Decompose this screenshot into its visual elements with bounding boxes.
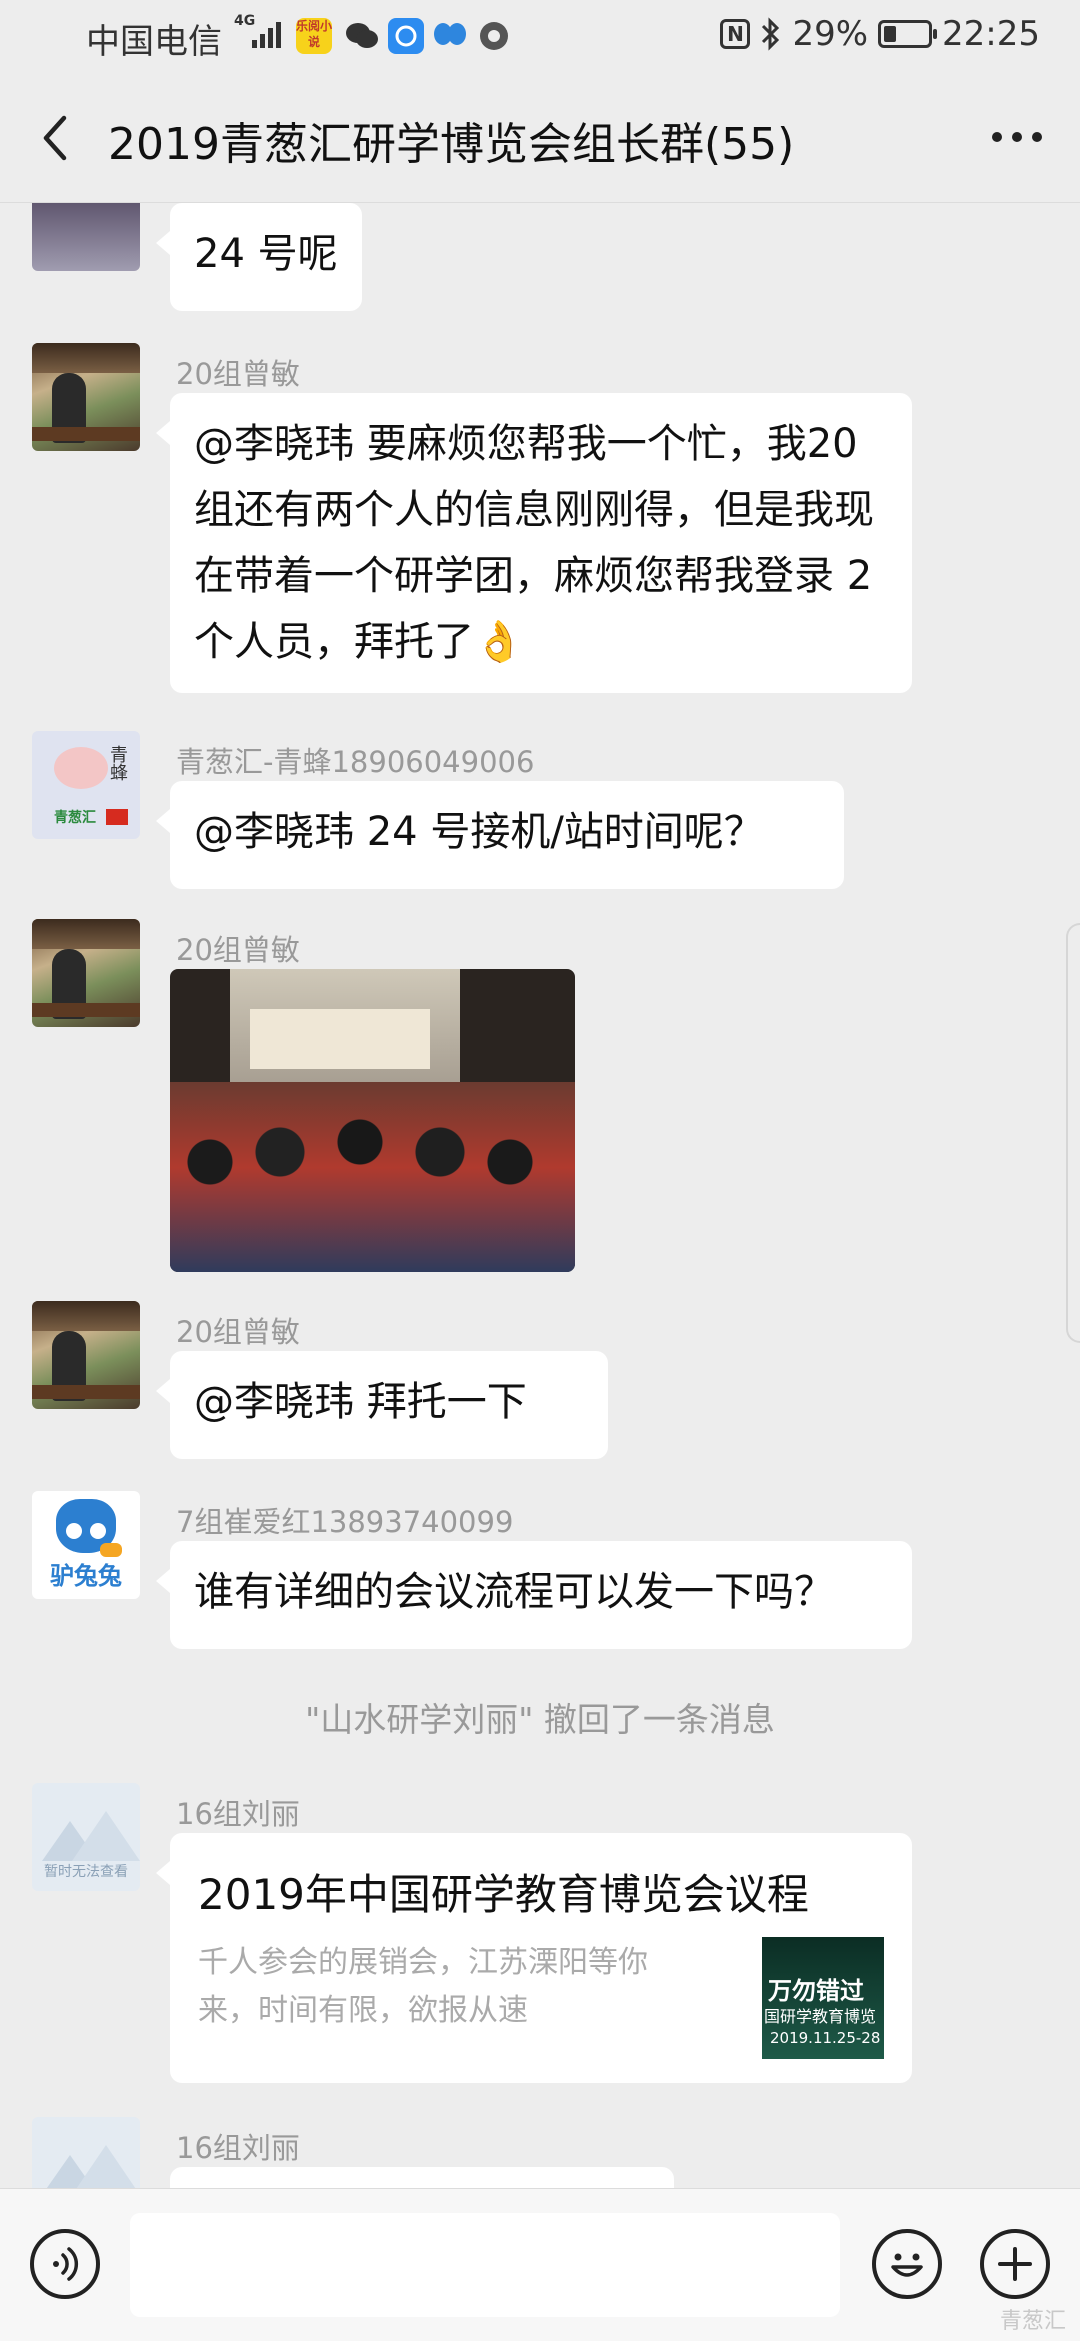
- sender-name: 20组曾敏: [176, 357, 300, 391]
- link-card[interactable]: 2019年中国研学教育博览会议程 千人参会的展销会，江苏溧阳等你来，时间有限，欲…: [156, 1833, 912, 2083]
- chat-title: 2019青葱汇研学博览会组长群(55): [108, 119, 795, 170]
- card-description: 千人参会的展销会，江苏溧阳等你来，时间有限，欲报从速: [198, 1945, 648, 2028]
- message-input[interactable]: [130, 2213, 840, 2317]
- message-bubble[interactable]: 24 号呢: [156, 203, 362, 311]
- chat-header: 2019青葱汇研学博览会组长群(55): [0, 72, 1080, 203]
- plus-icon: [998, 2247, 1032, 2281]
- avatar[interactable]: [32, 2117, 140, 2188]
- card-thumbnail: 万勿错过 国研学教育博览 2019.11.25-28: [762, 1937, 884, 2059]
- sender-name: 20组曾敏: [176, 933, 300, 967]
- voice-input-button[interactable]: [30, 2229, 100, 2299]
- bluetooth-icon: [762, 17, 780, 51]
- message-text: 谁有详细的会议流程可以发一下吗？: [194, 1569, 834, 1615]
- watermark-logo: 青葱汇: [999, 2309, 1066, 2334]
- message-bubble[interactable]: @李晓玮 拜托一下: [156, 1351, 608, 1459]
- avatar-text: 驴兔兔: [50, 1562, 122, 1590]
- avatar[interactable]: 暂时无法查看: [32, 1783, 140, 1891]
- chat-messages[interactable]: 24 号呢 20组曾敏 @李晓玮 要麻烦您帮我一个忙，我20 组还有两个人的信息…: [0, 203, 1080, 2188]
- status-right: N 29% 22:25: [720, 14, 1040, 54]
- avatar-logo: 青葱汇: [54, 810, 96, 826]
- avatar-text: 青蜂: [107, 745, 128, 781]
- sender-name: 青葱汇-青蜂18906049006: [176, 745, 535, 779]
- message-text: 24 号呢: [194, 231, 338, 277]
- reader-app-icon: 乐阅小说: [296, 18, 332, 54]
- message-text: @李晓玮 拜托一下: [194, 1379, 527, 1425]
- input-bar: 青葱汇: [0, 2188, 1080, 2341]
- sender-name: 16组刘丽: [176, 1797, 300, 1831]
- avatar[interactable]: 青蜂 青葱汇: [32, 731, 140, 839]
- voice-icon: [53, 2247, 79, 2281]
- avatar[interactable]: [32, 203, 140, 271]
- image-message[interactable]: [170, 969, 575, 1272]
- thumb-headline: 万勿错过: [768, 1977, 864, 2005]
- message-bubble[interactable]: @李晓玮 24 号接机/站时间呢？: [156, 781, 844, 889]
- avatar[interactable]: [32, 1301, 140, 1409]
- app-icon-gray: [476, 18, 512, 54]
- china-flag-icon: [106, 809, 128, 825]
- smiley-icon: [891, 2253, 923, 2277]
- nfc-icon: N: [720, 19, 751, 49]
- card-title: 2019年中国研学教育博览会议程: [198, 1870, 809, 1919]
- wechat-icon: [344, 18, 380, 54]
- back-arrow-icon[interactable]: [36, 114, 76, 162]
- avatar[interactable]: 驴兔兔: [32, 1491, 140, 1599]
- message-bubble[interactable]: 谁有详细的会议流程可以发一下吗？: [156, 1541, 912, 1649]
- more-options-icon[interactable]: [992, 132, 1042, 142]
- thumb-subtitle: 国研学教育博览: [764, 2007, 877, 2026]
- emoji-button[interactable]: [872, 2229, 942, 2299]
- battery-icon: [878, 20, 938, 48]
- scroll-handle[interactable]: [1066, 923, 1080, 1343]
- clock: 22:25: [942, 14, 1040, 54]
- message-bubble[interactable]: @李晓玮 要麻烦您帮我一个忙，我20 组还有两个人的信息刚刚得，但是我现在带着一…: [156, 393, 912, 693]
- message-text: @李晓玮 要麻烦您帮我一个忙，我20 组还有两个人的信息刚刚得，但是我现在带着一…: [194, 421, 874, 665]
- butterfly-icon: [432, 18, 468, 54]
- sender-name: 7组崔爱红13893740099: [176, 1505, 514, 1539]
- avatar[interactable]: [32, 919, 140, 1027]
- battery-fill: [884, 26, 897, 42]
- battery-percent: 29%: [792, 14, 869, 54]
- sender-name: 16组刘丽: [176, 2131, 300, 2165]
- message-text: @李晓玮 24 号接机/站时间呢？: [194, 809, 764, 855]
- avatar[interactable]: [32, 343, 140, 451]
- avatar-caption: 暂时无法查看: [44, 1864, 128, 1880]
- reader-app-badge: 乐阅小说: [296, 19, 333, 49]
- message-bubble[interactable]: [170, 2167, 674, 2188]
- app-icon-blue: [388, 18, 424, 54]
- recall-notice: "山水研学刘丽" 撤回了一条消息: [305, 1700, 775, 1739]
- thumb-date: 2019.11.25-28: [770, 2029, 881, 2047]
- carrier-label: 中国电信: [86, 22, 222, 62]
- status-bar: 中国电信 4G 乐阅小说 N 29% 22:25: [0, 0, 1080, 72]
- more-actions-button[interactable]: [980, 2229, 1050, 2299]
- signal-icon: [252, 22, 284, 48]
- sender-name: 20组曾敏: [176, 1315, 300, 1349]
